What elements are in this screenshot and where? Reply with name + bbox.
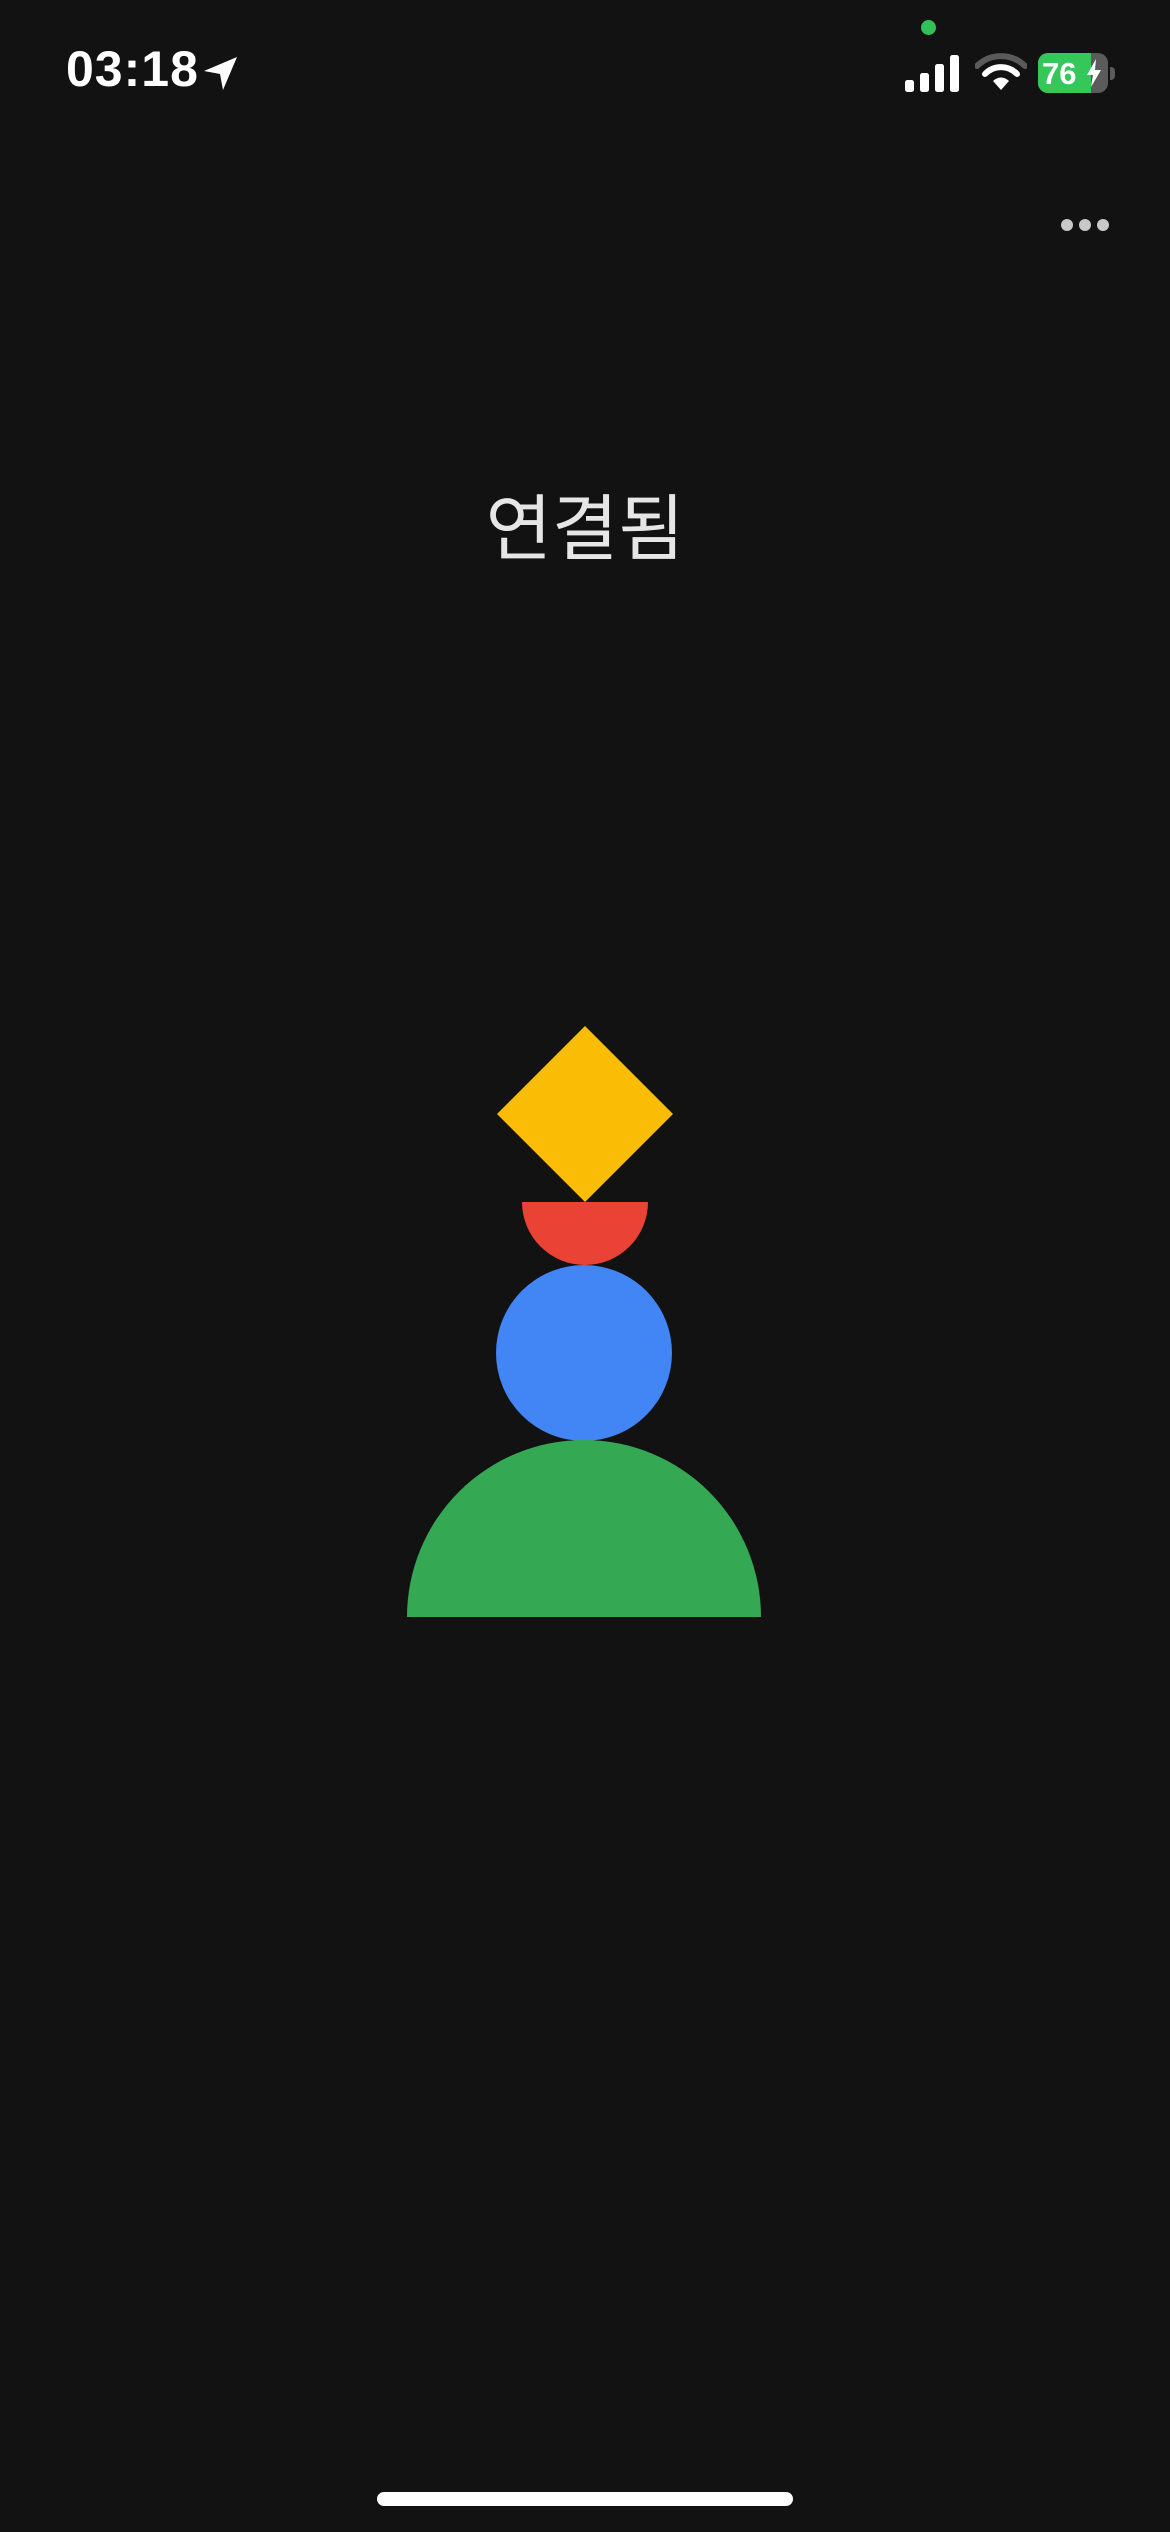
google-shapes-logo (407, 1026, 761, 1617)
battery-cap (1110, 67, 1115, 80)
more-options-button[interactable] (1050, 200, 1120, 250)
red-half-circle-shape (522, 1202, 648, 1265)
charging-bolt-icon (1087, 59, 1101, 87)
status-time: 03:18 (66, 41, 199, 97)
connection-status-title: 연결됨 (485, 490, 685, 570)
ellipsis-icon (1097, 219, 1109, 231)
status-bar: 03:18 76 (0, 0, 1170, 130)
yellow-diamond-shape (497, 1026, 673, 1202)
battery-icon: 76 (1038, 53, 1108, 93)
ellipsis-icon (1061, 219, 1073, 231)
battery-level: 76 (1042, 56, 1077, 91)
battery-indicator: 76 (1038, 53, 1115, 93)
home-indicator[interactable] (377, 2492, 793, 2506)
cellular-signal-icon (905, 55, 959, 92)
location-arrow-icon (204, 57, 237, 90)
privacy-indicator-dot (921, 20, 936, 35)
wifi-icon (975, 53, 1027, 90)
green-half-circle-shape (407, 1440, 761, 1617)
blue-circle-shape (496, 1265, 672, 1441)
ellipsis-icon (1079, 219, 1091, 231)
